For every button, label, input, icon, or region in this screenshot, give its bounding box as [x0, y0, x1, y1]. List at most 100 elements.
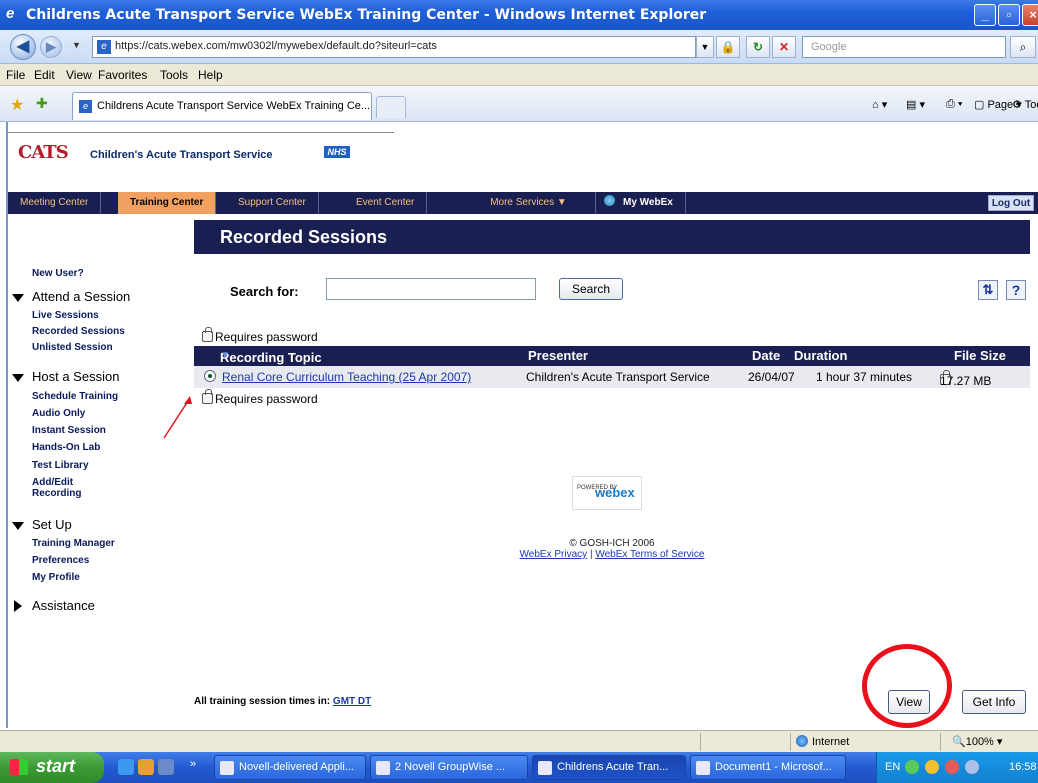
help-icon[interactable]: ?: [1006, 280, 1026, 300]
address-bar[interactable]: e https://cats.webex.com/mw0302l/mywebex…: [92, 36, 696, 58]
menu-tools[interactable]: Tools: [160, 68, 188, 82]
nav-training-center[interactable]: Training Center: [118, 192, 217, 214]
nav-support-center[interactable]: Support Center: [226, 192, 319, 214]
expand-down-icon[interactable]: [12, 522, 24, 530]
tray-network-icon[interactable]: [905, 760, 919, 774]
sidebar-item-preferences[interactable]: Preferences: [32, 555, 89, 566]
menu-help[interactable]: Help: [198, 68, 223, 82]
quicklaunch-ie-icon[interactable]: [118, 759, 134, 775]
sidebar-heading-assistance[interactable]: Assistance: [32, 598, 95, 613]
menu-favorites[interactable]: Favorites: [98, 68, 147, 82]
nav-more-services[interactable]: More Services ▼: [462, 192, 596, 214]
privacy-link[interactable]: WebEx Privacy: [520, 549, 588, 560]
sidebar-heading-setup[interactable]: Set Up: [32, 517, 72, 532]
maximize-button[interactable]: ▫: [998, 4, 1020, 26]
sidebar-item-add-edit[interactable]: Add/Edit: [32, 477, 73, 488]
sidebar-item-recorded-sessions[interactable]: Recorded Sessions: [32, 326, 125, 337]
nav-event-center[interactable]: Event Center: [344, 192, 428, 214]
sidebar-item-test-library[interactable]: Test Library: [32, 460, 89, 471]
table-header: Recording Topic ▼ Presenter Date Duratio…: [194, 346, 1030, 366]
row-select-radio[interactable]: [204, 370, 216, 382]
expand-right-icon[interactable]: [14, 600, 22, 612]
favorites-star-icon[interactable]: ★: [10, 95, 24, 115]
task-word-document[interactable]: Document1 - Microsof...: [690, 755, 846, 780]
novell-icon: [220, 761, 234, 775]
logout-button[interactable]: Log Out: [988, 195, 1034, 211]
feeds-icon[interactable]: ▤ ▾: [906, 98, 925, 111]
search-box[interactable]: Google: [802, 36, 1006, 58]
expand-down-icon[interactable]: [12, 294, 24, 302]
expand-down-icon[interactable]: [12, 374, 24, 382]
window-title: Childrens Acute Transport Service WebEx …: [26, 7, 707, 23]
refresh-button[interactable]: ↻: [746, 36, 770, 58]
nav-meeting-center[interactable]: Meeting Center: [8, 192, 102, 214]
search-go-icon[interactable]: ⌕: [1010, 36, 1036, 58]
nav-my-webex[interactable]: My WebEx: [596, 192, 686, 214]
sidebar-item-audio-only[interactable]: Audio Only: [32, 408, 85, 419]
lock-icon: [202, 327, 213, 342]
close-button[interactable]: ×: [1022, 4, 1038, 26]
recent-pages-dropdown[interactable]: ▼: [72, 40, 81, 50]
sidebar-item-schedule-training[interactable]: Schedule Training: [32, 391, 118, 402]
minimize-button[interactable]: _: [974, 4, 996, 26]
quicklaunch-desktop-icon[interactable]: [158, 759, 174, 775]
browser-tab[interactable]: e Childrens Acute Transport Service WebE…: [72, 92, 372, 120]
address-dropdown-button[interactable]: ▼: [696, 36, 714, 58]
sidebar-new-user[interactable]: New User?: [32, 268, 84, 279]
security-lock-icon[interactable]: 🔒: [716, 36, 740, 58]
col-date[interactable]: Date: [752, 348, 780, 363]
status-divider: [790, 733, 791, 751]
task-novell-apps[interactable]: Novell-delivered Appli...: [214, 755, 366, 780]
org-name: Children's Acute Transport Service: [90, 149, 273, 161]
sidebar-item-unlisted-session[interactable]: Unlisted Session: [32, 342, 113, 353]
zoom-level[interactable]: 🔍100% ▾: [952, 735, 1002, 748]
col-presenter[interactable]: Presenter: [528, 348, 588, 363]
tray-security-icon[interactable]: [945, 760, 959, 774]
col-duration[interactable]: Duration: [794, 348, 847, 363]
forward-button[interactable]: ▶: [40, 36, 62, 58]
stop-button[interactable]: ✕: [772, 36, 796, 58]
sort-desc-icon: ▼: [220, 350, 230, 361]
tools-menu[interactable]: ⚙ Tools: [1012, 98, 1038, 111]
timezone-link[interactable]: GMT DT: [333, 696, 371, 707]
menu-file[interactable]: File: [6, 68, 25, 82]
task-ie-cats[interactable]: Childrens Acute Tran...: [532, 755, 686, 780]
menu-edit[interactable]: Edit: [34, 68, 55, 82]
tray-volume-icon[interactable]: [965, 760, 979, 774]
menu-view[interactable]: View: [66, 68, 92, 82]
sidebar-heading-host[interactable]: Host a Session: [32, 369, 119, 384]
powered-by-webex-logo[interactable]: POWERED BY webex: [572, 476, 642, 510]
table-row[interactable]: Renal Core Curriculum Teaching (25 Apr 2…: [194, 366, 1030, 388]
site-nav-bar: Meeting Center Training Center Support C…: [8, 192, 1038, 214]
col-file-size[interactable]: File Size: [954, 348, 1006, 363]
language-indicator[interactable]: EN: [885, 761, 900, 773]
sidebar-item-hands-on-lab[interactable]: Hands-On Lab: [32, 442, 100, 453]
terms-link[interactable]: WebEx Terms of Service: [595, 549, 704, 560]
sidebar-item-live-sessions[interactable]: Live Sessions: [32, 310, 99, 321]
home-icon[interactable]: ⌂ ▾: [872, 98, 887, 111]
sidebar-item-recording[interactable]: Recording: [32, 488, 81, 499]
add-favorites-icon[interactable]: ✚: [36, 95, 48, 112]
sidebar-item-instant-session[interactable]: Instant Session: [32, 425, 106, 436]
sidebar-item-training-manager[interactable]: Training Manager: [32, 538, 115, 549]
quicklaunch-app-icon[interactable]: [138, 759, 154, 775]
start-button[interactable]: start: [0, 752, 104, 783]
task-ie-cats-label: Childrens Acute Tran...: [557, 761, 669, 773]
back-button[interactable]: ◀: [10, 34, 36, 60]
quicklaunch-more-icon[interactable]: »: [190, 758, 196, 770]
cats-logo: CATS: [18, 142, 69, 163]
refresh-icon[interactable]: ⇅: [978, 280, 998, 300]
tools-menu-label: Tools: [1024, 99, 1038, 111]
print-icon[interactable]: ⎙ ▾: [946, 98, 962, 111]
search-input[interactable]: [326, 278, 536, 300]
sidebar-item-my-profile[interactable]: My Profile: [32, 572, 80, 583]
recording-topic-link[interactable]: Renal Core Curriculum Teaching (25 Apr 2…: [222, 370, 471, 384]
zoom-level-text: 100%: [965, 736, 994, 748]
copyright: © GOSH-ICH 2006: [569, 538, 655, 549]
search-button[interactable]: Search: [559, 278, 623, 300]
tray-app-icon[interactable]: [925, 760, 939, 774]
task-groupwise[interactable]: 2 Novell GroupWise ...: [370, 755, 528, 780]
new-tab-button[interactable]: [376, 96, 406, 118]
sidebar-heading-attend[interactable]: Attend a Session: [32, 289, 130, 304]
get-info-button[interactable]: Get Info: [962, 690, 1026, 714]
